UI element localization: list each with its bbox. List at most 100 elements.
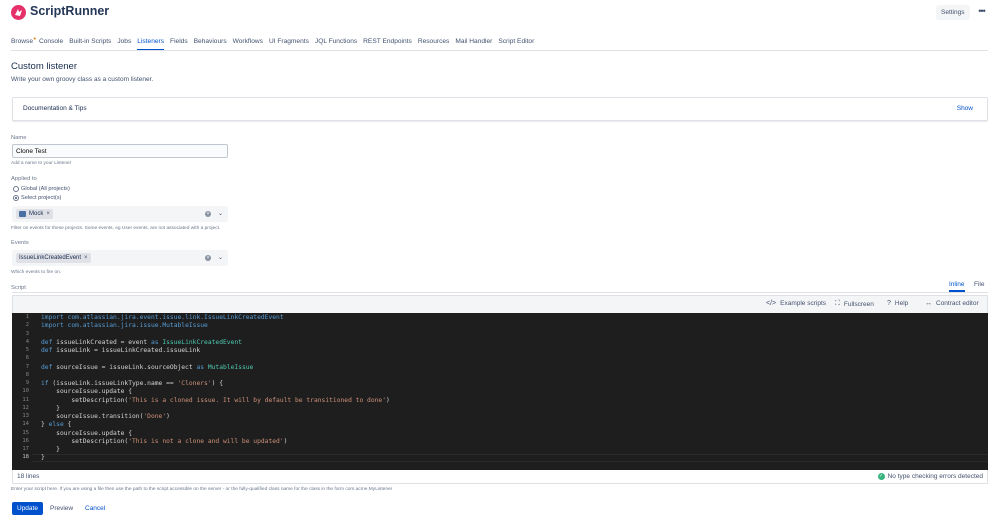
event-tag: IssueLinkCreatedEvent ×: [16, 253, 91, 263]
nav-item-workflows[interactable]: Workflows: [233, 37, 263, 51]
nav-item-rest-endpoints[interactable]: REST Endpoints: [363, 37, 412, 51]
preview-button[interactable]: Preview: [50, 502, 73, 515]
tab-file[interactable]: File: [974, 281, 984, 288]
line-number: 10: [22, 388, 29, 395]
project-select[interactable]: Mock × × ⌄: [12, 206, 228, 222]
events-label: Events: [11, 240, 29, 246]
contract-editor-button[interactable]: ↔ Contract editor: [925, 300, 979, 307]
help-button[interactable]: ? Help: [887, 300, 908, 307]
nav-divider: [11, 50, 988, 51]
nav-item-built-in-scripts[interactable]: Built-in Scripts: [69, 37, 111, 51]
name-input[interactable]: [12, 144, 228, 158]
script-label: Script: [11, 285, 26, 291]
chevron-down-icon[interactable]: ⌄: [218, 254, 223, 261]
applied-to-help: Filter on events for these projects. Som…: [11, 226, 221, 231]
code-line: def sourceIssue = issueLink.sourceObject…: [41, 363, 254, 371]
code-icon: </>: [766, 300, 777, 307]
nav-item-mail-handler[interactable]: Mail Handler: [455, 37, 492, 51]
page-subtitle: Write your own groovy class as a custom …: [11, 76, 154, 83]
page-title: Custom listener: [11, 61, 77, 72]
remove-tag-icon[interactable]: ×: [84, 253, 88, 263]
line-number: 18: [22, 454, 29, 461]
check-circle-icon: ✓: [877, 473, 885, 480]
documentation-panel: Documentation & Tips Show: [12, 97, 988, 121]
nav-item-console[interactable]: Console: [39, 37, 63, 51]
name-help: Add a name to your Listener: [11, 161, 72, 166]
documentation-show-link[interactable]: Show: [957, 105, 973, 112]
radio-button[interactable]: [13, 186, 19, 192]
line-number: 5: [25, 347, 29, 353]
clear-icon[interactable]: ×: [205, 255, 211, 261]
app-brand: ScriptRunner: [30, 4, 110, 18]
code-line: setDescription('This is a cloned issue. …: [41, 396, 390, 404]
nav-badge: •: [33, 36, 36, 43]
code-line: sourceIssue.transition('Done'): [41, 413, 170, 420]
line-number: 2: [25, 322, 29, 329]
nav-item-ui-fragments[interactable]: UI Fragments: [269, 37, 309, 51]
example-scripts-button[interactable]: </> Example scripts: [766, 300, 826, 307]
main-nav: Browse • Console Built-in Scripts Jobs Li…: [11, 36, 540, 51]
type-check-status: ✓ No type checking errors detected: [877, 473, 983, 480]
code-line: if (issueLink.issueLinkType.name == 'Clo…: [41, 380, 223, 387]
nav-item-browse[interactable]: Browse •: [11, 36, 36, 51]
update-button[interactable]: Update: [12, 502, 43, 515]
nav-item-listeners[interactable]: Listeners: [137, 37, 165, 51]
nav-item-script-editor[interactable]: Script Editor: [498, 37, 534, 51]
code-line: def issueLinkCreated = event as IssueLin…: [41, 338, 242, 346]
radio-select-projects[interactable]: Select project(s): [13, 195, 61, 201]
chevron-down-icon[interactable]: ⌄: [218, 210, 223, 217]
applied-to-label: Applied to: [11, 176, 37, 182]
contract-editor-label: Contract editor: [936, 300, 979, 307]
project-avatar-icon: [19, 211, 26, 217]
radio-button[interactable]: [13, 195, 19, 201]
radio-global[interactable]: Global (All projects): [13, 186, 70, 192]
code-line: sourceIssue.update {: [41, 429, 132, 437]
help-icon: ?: [887, 300, 891, 307]
cancel-button[interactable]: Cancel: [85, 502, 105, 515]
line-number: 9: [25, 380, 29, 386]
code-line: sourceIssue.update {: [41, 388, 132, 396]
line-number: 4: [25, 338, 29, 345]
editor-status-bar: 18 lines ✓ No type checking errors detec…: [12, 470, 988, 484]
tabs-divider: [12, 292, 988, 293]
nav-item-jql-functions[interactable]: JQL Functions: [315, 37, 357, 51]
line-number: 12: [22, 404, 29, 411]
line-number: 11: [22, 396, 29, 403]
remove-tag-icon[interactable]: ×: [46, 209, 50, 219]
settings-button[interactable]: Settings: [936, 5, 970, 20]
radio-label: Global (All projects): [21, 186, 70, 192]
code-line: setDescription('This is not a clone and …: [41, 437, 288, 445]
documentation-title: Documentation & Tips: [23, 105, 87, 112]
type-check-text: No type checking errors detected: [887, 473, 983, 480]
events-select[interactable]: IssueLinkCreatedEvent × × ⌄: [12, 250, 228, 266]
contract-icon: ↔: [925, 300, 932, 307]
nav-item-label: Browse: [11, 38, 33, 45]
fullscreen-icon: ⛶: [835, 300, 840, 307]
nav-item-fields[interactable]: Fields: [170, 37, 188, 51]
nav-item-jobs[interactable]: Jobs: [117, 37, 131, 51]
events-help: Which events to fire on.: [11, 270, 62, 275]
tab-inline[interactable]: Inline: [949, 281, 965, 292]
line-number-gutter: 1 2 3 4 5 6 7 8 9 10 11 12 13 14 15 16 17 18: [12, 313, 32, 470]
code-line: }: [41, 404, 60, 412]
script-help: Enter your script here. If you are using…: [11, 487, 393, 492]
code-editor[interactable]: 1 2 3 4 5 6 7 8 9 10 11 12 13 14 15 16 17 18 import com.a…: [12, 313, 988, 470]
clear-icon[interactable]: ×: [205, 211, 211, 217]
code-line: }: [41, 446, 60, 453]
fullscreen-label: Fullscreen: [843, 300, 874, 308]
more-options-button[interactable]: •••: [974, 5, 989, 20]
code-line: } else {: [41, 421, 72, 429]
line-number: 15: [22, 429, 29, 436]
scriptrunner-logo-icon: [11, 5, 26, 20]
nav-item-behaviours[interactable]: Behaviours: [194, 37, 227, 51]
line-number: 8: [25, 371, 29, 378]
nav-item-resources[interactable]: Resources: [418, 37, 450, 51]
fullscreen-button[interactable]: ⛶ Fullscreen: [835, 300, 874, 308]
line-number: 3: [25, 330, 29, 337]
code-line: import com.atlassian.jira.issue.MutableI…: [41, 322, 208, 330]
help-label: Help: [894, 300, 909, 307]
example-scripts-label: Example scripts: [780, 300, 826, 307]
line-number: 13: [22, 413, 29, 419]
code-line: import com.atlassian.jira.event.issue.li…: [41, 314, 284, 321]
line-count: 18 lines: [17, 473, 40, 480]
